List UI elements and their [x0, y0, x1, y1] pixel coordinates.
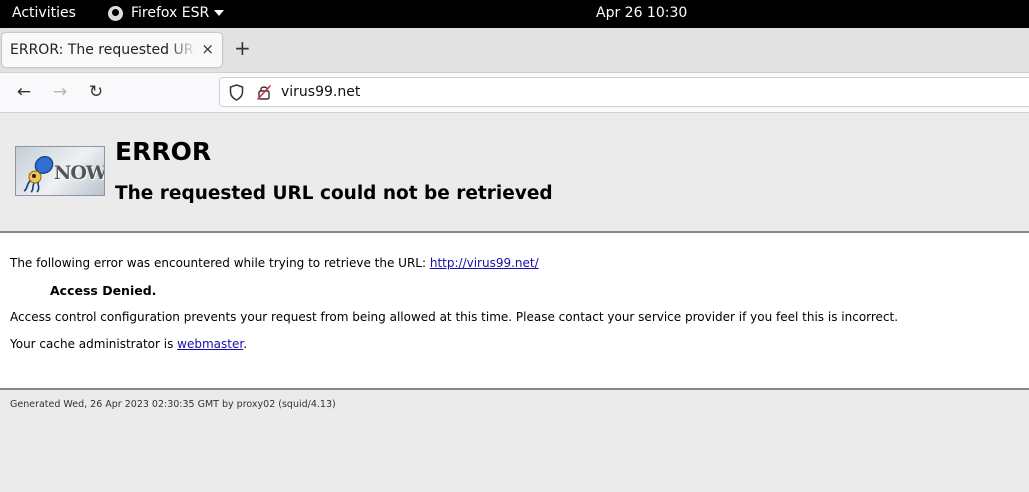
- activities-button[interactable]: Activities: [12, 5, 76, 21]
- admin-line: Your cache administrator is webmaster.: [10, 337, 247, 351]
- error-title: ERROR: [115, 137, 212, 166]
- reload-button[interactable]: ↻: [85, 82, 107, 102]
- divider-bottom: [0, 388, 1029, 390]
- navigation-bar: ← → ↻ virus99.net: [0, 73, 1029, 113]
- url-text[interactable]: virus99.net: [281, 84, 360, 100]
- access-denied-text: Access Denied.: [50, 283, 157, 298]
- error-details: The following error was encountered whil…: [0, 233, 1029, 388]
- logo-text: NOW: [54, 162, 105, 184]
- app-menu-label: Firefox ESR: [131, 5, 210, 21]
- back-button[interactable]: ←: [13, 82, 35, 102]
- new-tab-button[interactable]: +: [234, 36, 251, 60]
- insecure-lock-icon[interactable]: [256, 84, 272, 105]
- squid-logo: NOW: [15, 146, 105, 196]
- clock[interactable]: Apr 26 10:30: [596, 5, 687, 21]
- forward-button[interactable]: →: [49, 82, 71, 102]
- tab-strip: ERROR: The requested URL could not be re…: [0, 28, 1029, 73]
- requested-url-link[interactable]: http://virus99.net/: [430, 256, 539, 270]
- tab-title: ERROR: The requested URL could not be re…: [10, 42, 196, 58]
- tab-error[interactable]: ERROR: The requested URL could not be re…: [2, 33, 222, 67]
- generated-footer: Generated Wed, 26 Apr 2023 02:30:35 GMT …: [10, 399, 336, 410]
- admin-suffix: .: [243, 337, 248, 351]
- intro-line: The following error was encountered whil…: [10, 256, 539, 270]
- admin-prefix: Your cache administrator is: [10, 337, 178, 351]
- firefox-icon: [108, 5, 123, 21]
- webmaster-link[interactable]: webmaster: [177, 337, 243, 351]
- shield-icon[interactable]: [229, 84, 244, 105]
- explanation-text: Access control configuration prevents yo…: [10, 310, 899, 324]
- close-tab-icon[interactable]: ×: [201, 40, 214, 58]
- error-subtitle: The requested URL could not be retrieved: [115, 183, 553, 204]
- app-menu[interactable]: Firefox ESR: [108, 5, 225, 21]
- caret-down-icon: [214, 10, 225, 16]
- system-top-bar: Activities Firefox ESR Apr 26 10:30: [0, 0, 1029, 28]
- intro-text: The following error was encountered whil…: [10, 256, 430, 270]
- squid-error-page: NOW ERROR The requested URL could not be…: [0, 113, 1029, 492]
- address-bar[interactable]: virus99.net: [219, 77, 1029, 107]
- squid-icon: [23, 156, 54, 193]
